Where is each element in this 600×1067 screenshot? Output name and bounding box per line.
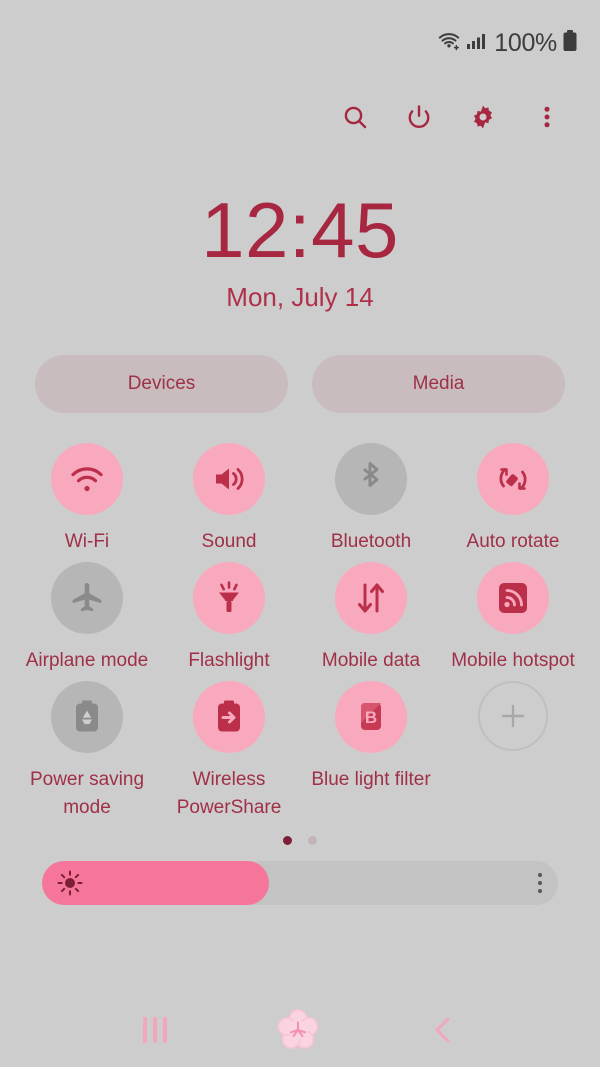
toggle-blue-light-filter[interactable]: B Blue light filter [300,681,442,822]
toggle-label: Mobile data [321,650,421,671]
clock-time: 12:45 [201,186,399,274]
toggle-label: Wi-Fi [64,531,110,552]
brightness-more-icon[interactable] [538,873,542,893]
auto-rotate-icon [477,443,549,515]
quick-toggle-grid: Wi-Fi Sound Bluetooth Auto rotate Airpla… [0,443,600,822]
page-dot[interactable] [308,836,317,845]
blue-light-filter-icon: B [335,681,407,753]
cellular-signal-icon [466,31,486,56]
toggle-label: Sound [201,531,257,552]
toggle-label: Power saving mode [29,769,145,818]
power-icon[interactable] [404,102,434,132]
add-icon [478,681,548,751]
mobile-data-icon [335,562,407,634]
search-icon[interactable] [340,102,370,132]
clock-date: Mon, July 14 [226,282,374,312]
shortcut-row: Devices Media [0,355,600,413]
toggle-label: Wireless PowerShare [176,769,282,818]
bluetooth-icon [335,443,407,515]
toggle-label: Flashlight [188,650,270,671]
toggle-power-saving-mode[interactable]: Power saving mode [16,681,158,822]
toggle-wifi[interactable]: Wi-Fi [16,443,158,556]
toggle-add-button[interactable] [442,681,584,822]
navigation-bar [0,993,600,1067]
media-button[interactable]: Media [312,355,565,413]
toggle-sound[interactable]: Sound [158,443,300,556]
toggle-label: Bluetooth [330,531,412,552]
wifi-icon [437,31,461,56]
toggle-bluetooth[interactable]: Bluetooth [300,443,442,556]
toggle-label: Blue light filter [311,769,431,790]
toggle-auto-rotate[interactable]: Auto rotate [442,443,584,556]
brightness-sun-icon [57,870,83,896]
airplane-icon [51,562,123,634]
wireless-powershare-icon [193,681,265,753]
toggle-label: Airplane mode [25,650,149,671]
recents-icon[interactable] [143,1017,167,1043]
panel-toolbar [0,86,600,148]
status-icon-group: 100% [437,29,578,58]
page-dot-active[interactable] [283,836,292,845]
toggle-airplane-mode[interactable]: Airplane mode [16,562,158,675]
clock-block[interactable]: 12:45 Mon, July 14 [0,190,600,313]
battery-full-icon [562,29,578,58]
toggle-wireless-powershare[interactable]: Wireless PowerShare [158,681,300,822]
flashlight-icon [193,562,265,634]
quick-settings-panel: 100% 12:45 Mon, July 14 Devices Media Wi… [0,0,600,1067]
devices-button-label: Devices [127,373,196,394]
power-saving-icon [51,681,123,753]
gear-icon[interactable] [468,102,498,132]
brightness-slider[interactable] [42,861,558,905]
toggle-label: Mobile hotspot [451,650,575,671]
toggle-flashlight[interactable]: Flashlight [158,562,300,675]
more-vertical-icon[interactable] [532,102,562,132]
hotspot-icon [477,562,549,634]
toggle-mobile-data[interactable]: Mobile data [300,562,442,675]
media-button-label: Media [412,373,465,394]
brightness-slider-wrap [0,861,600,905]
home-blossom-icon[interactable] [273,1005,323,1055]
toggle-mobile-hotspot[interactable]: Mobile hotspot [442,562,584,675]
page-indicator [0,836,600,845]
battery-percentage: 100% [494,28,557,57]
devices-button[interactable]: Devices [35,355,288,413]
back-chevron-icon[interactable] [429,1015,457,1045]
sound-icon [193,443,265,515]
status-bar: 100% [0,0,600,86]
wifi-icon [51,443,123,515]
svg-text:B: B [365,708,377,727]
toggle-label: Auto rotate [466,531,560,552]
